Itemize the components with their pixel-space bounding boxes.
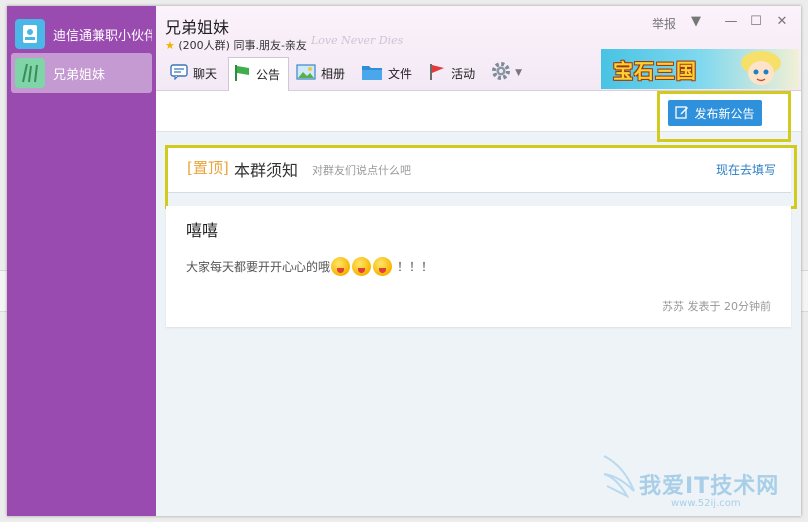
maximize-icon[interactable]: ☐	[748, 14, 764, 30]
tab-label: 文件	[388, 67, 413, 81]
cartoon-character-image	[741, 51, 781, 85]
tab-label: 活动	[451, 67, 476, 81]
game-ad-banner[interactable]: 宝石三国	[601, 49, 799, 89]
flag-icon	[233, 64, 251, 85]
sidebar-item-group-1[interactable]: 迪信通兼职小伙伴	[11, 14, 152, 54]
tongue-emoji-icon	[331, 257, 351, 276]
highlight-box	[165, 145, 797, 209]
main-panel: 兄弟姐妹 ★ (200人群) 同事.朋友-亲友 Love Never Dies …	[156, 6, 801, 516]
tab-files[interactable]: 文件	[356, 57, 421, 89]
post-body-suffix: ！！！	[397, 260, 434, 274]
sidebar: 迪信通兼职小伙伴 兄弟姐妹	[7, 6, 156, 516]
tongue-emoji-icon	[352, 257, 372, 276]
tab-announcement[interactable]: 公告	[228, 57, 290, 91]
highlight-box	[657, 91, 791, 142]
minimize-icon[interactable]: —	[723, 14, 739, 30]
site-watermark-title: 我爱IT技术网	[639, 474, 780, 499]
site-watermark-url: www.52ij.com	[671, 498, 741, 509]
group-name: 兄弟姐妹	[165, 18, 230, 37]
gear-icon	[490, 60, 512, 85]
report-link[interactable]: 举报	[652, 15, 676, 32]
tongue-emoji-icon	[373, 257, 393, 276]
settings-menu[interactable]: ▼	[486, 57, 526, 88]
sidebar-item-group-2[interactable]: 兄弟姐妹	[11, 53, 152, 93]
tab-label: 公告	[256, 68, 281, 82]
qq-group-window: 迪信通兼职小伙伴 兄弟姐妹 兄弟姐妹 ★ (200人群) 同事.朋友-亲友 Lo…	[7, 6, 801, 516]
chevron-down-icon: ▼	[515, 67, 522, 78]
chat-icon	[170, 64, 188, 83]
photo-icon	[296, 64, 316, 83]
sidebar-item-label: 迪信通兼职小伙伴	[53, 28, 152, 44]
header-decoration-text: Love Never Dies	[311, 34, 404, 47]
tab-activity[interactable]: 活动	[423, 57, 484, 89]
post-meta: 苏苏 发表于 20分钟前	[662, 300, 771, 313]
post-title: 嘻嘻	[186, 221, 219, 240]
folder-icon	[361, 63, 383, 84]
group-subtitle: ★ (200人群) 同事.朋友-亲友	[165, 37, 307, 53]
sidebar-item-label: 兄弟姐妹	[53, 67, 106, 83]
red-flag-icon	[428, 63, 446, 84]
close-icon[interactable]: ✕	[774, 14, 790, 30]
tab-bar: 聊天 公告 相册 文件 活动 ▼	[165, 57, 526, 91]
tab-album[interactable]: 相册	[291, 57, 354, 89]
star-icon: ★	[165, 39, 175, 52]
banner-text: 宝石三国	[613, 59, 697, 83]
dropdown-icon[interactable]: ▼	[688, 14, 704, 30]
post-body-text: 大家每天都要开开心心的哦	[186, 260, 331, 274]
tab-chat[interactable]: 聊天	[165, 57, 226, 89]
group-subtitle-text: (200人群) 同事.朋友-亲友	[178, 39, 307, 52]
avatar	[15, 19, 45, 49]
window-header: 兄弟姐妹 ★ (200人群) 同事.朋友-亲友 Love Never Dies …	[156, 6, 801, 91]
tab-label: 聊天	[193, 67, 218, 81]
site-watermark: 我爱IT技术网 www.52ij.com	[599, 446, 799, 516]
group-photo-icon	[15, 58, 45, 88]
post-body: 大家每天都要开开心心的哦 ！！！	[186, 257, 433, 276]
avatar	[15, 58, 45, 88]
tab-label: 相册	[321, 67, 346, 81]
announcement-post[interactable]: 嘻嘻 大家每天都要开开心心的哦 ！！！ 苏苏 发表于 20分钟前	[166, 206, 791, 327]
contact-card-icon	[23, 25, 37, 43]
